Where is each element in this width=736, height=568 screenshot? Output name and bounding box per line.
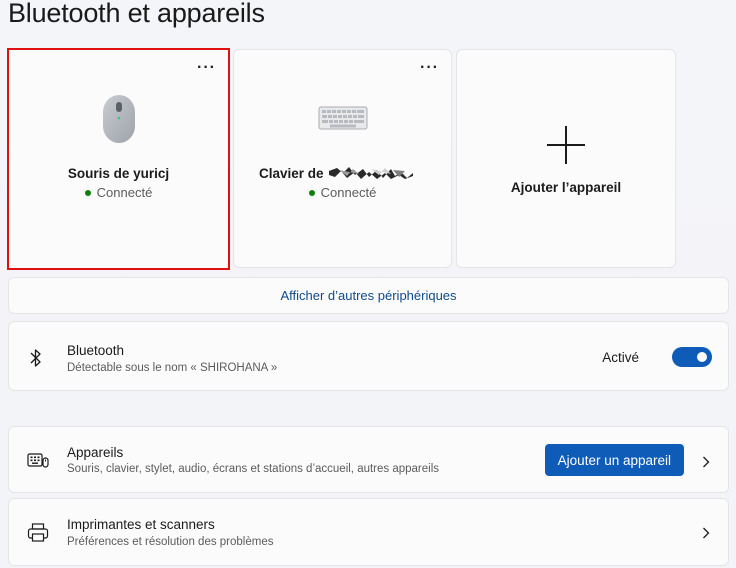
- status-text: Connecté: [320, 185, 377, 200]
- device-card-keyboard[interactable]: ··· Clavier de Connecté: [233, 49, 452, 268]
- more-devices-bar[interactable]: Afficher d’autres périphériques: [8, 277, 729, 314]
- status-text: Connecté: [96, 185, 153, 200]
- bluetooth-toggle[interactable]: [672, 347, 712, 367]
- bluetooth-row: Bluetooth Détectable sous le nom « SHIRO…: [8, 321, 729, 391]
- mouse-icon: [102, 94, 136, 149]
- device-status: Connecté: [234, 185, 451, 200]
- devices-row[interactable]: Appareils Souris, clavier, stylet, audio…: [8, 426, 729, 493]
- chevron-right-icon[interactable]: [702, 526, 710, 544]
- more-options-icon[interactable]: ···: [420, 60, 439, 76]
- bluetooth-icon: [29, 348, 43, 373]
- device-name: Souris de yuricj: [67, 166, 170, 181]
- bluetooth-title: Bluetooth: [67, 343, 125, 358]
- connected-dot-icon: [84, 189, 91, 196]
- printers-subtitle: Préférences et résolution des problèmes: [67, 536, 274, 548]
- page-title: Bluetooth et appareils: [8, 0, 265, 28]
- devices-title: Appareils: [67, 445, 124, 460]
- redacted-mark: [329, 167, 415, 180]
- toggle-knob: [697, 352, 707, 362]
- printer-icon: [27, 523, 49, 548]
- more-devices-link[interactable]: Afficher d’autres périphériques: [280, 288, 456, 303]
- plus-icon: [546, 125, 586, 170]
- add-device-card[interactable]: Ajouter l’appareil: [456, 49, 676, 268]
- printers-title: Imprimantes et scanners: [67, 517, 215, 532]
- device-status: Connecté: [9, 185, 228, 200]
- connected-dot-icon: [308, 189, 315, 196]
- add-device-label: Ajouter l’appareil: [510, 180, 622, 195]
- chevron-right-icon[interactable]: [702, 455, 710, 473]
- more-options-icon[interactable]: ···: [197, 60, 216, 76]
- device-name: Clavier de: [259, 166, 451, 181]
- devices-subtitle: Souris, clavier, stylet, audio, écrans e…: [67, 463, 440, 475]
- add-device-button[interactable]: Ajouter un appareil: [544, 444, 684, 476]
- device-card-mouse[interactable]: ··· Souris de yuricj Connecté: [7, 48, 230, 270]
- bluetooth-subtitle: Détectable sous le nom « SHIROHANA »: [67, 362, 278, 374]
- bluetooth-toggle-label: Activé: [602, 350, 639, 365]
- keyboard-icon: [318, 106, 368, 135]
- device-name-text: Clavier de: [259, 166, 324, 181]
- devices-icon: [27, 451, 49, 476]
- printers-row[interactable]: Imprimantes et scanners Préférences et r…: [8, 498, 729, 566]
